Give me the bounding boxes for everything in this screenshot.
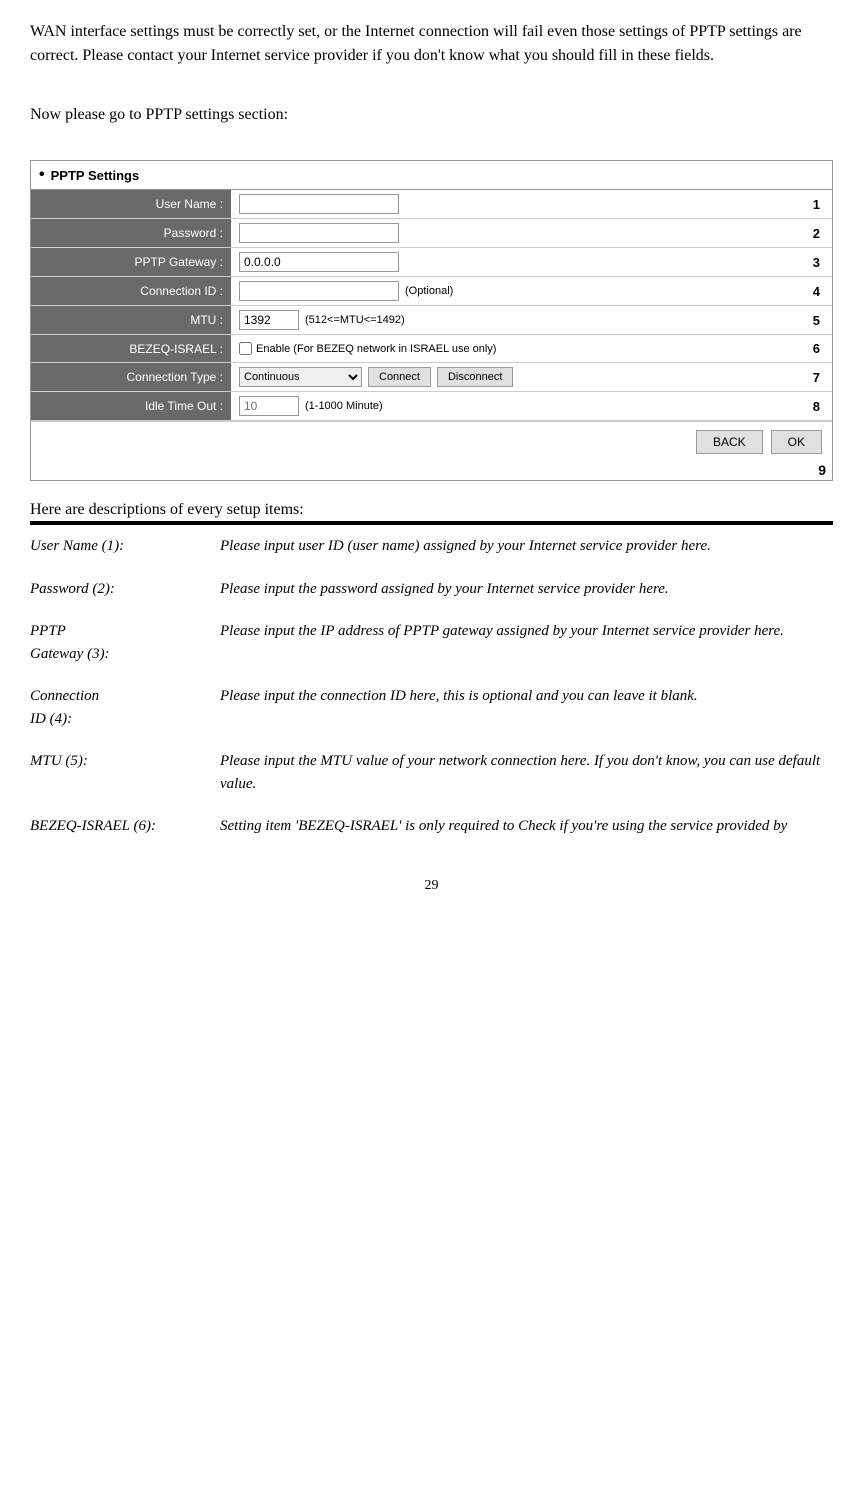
password-input[interactable] (239, 223, 399, 243)
bezeq-value: Enable (For BEZEQ network in ISRAEL use … (231, 337, 832, 360)
row-num-1: 1 (813, 197, 824, 212)
desc-term-bezeq: BEZEQ-ISRAEL (6): (30, 805, 220, 848)
desc-row-username: User Name (1): Please input user ID (use… (30, 524, 833, 568)
gateway-value: 3 (231, 248, 832, 276)
row-num-5: 5 (813, 313, 824, 328)
connect-button[interactable]: Connect (368, 367, 431, 387)
disconnect-button[interactable]: Disconnect (437, 367, 513, 387)
idle-note: (1-1000 Minute) (305, 400, 383, 412)
desc-row-mtu: MTU (5): Please input the MTU value of y… (30, 740, 833, 805)
desc-row-bezeq: BEZEQ-ISRAEL (6): Setting item 'BEZEQ-IS… (30, 805, 833, 848)
mtu-label: MTU : (31, 306, 231, 334)
bezeq-label: BEZEQ-ISRAEL : (31, 335, 231, 362)
desc-text-password: Please input the password assigned by yo… (220, 568, 833, 611)
pptp-buttons-row: BACK OK (31, 421, 832, 462)
username-input[interactable] (239, 194, 399, 214)
desc-text-gateway: Please input the IP address of PPTP gate… (220, 610, 833, 675)
pptp-row-idle: Idle Time Out : (1-1000 Minute) 8 (31, 392, 832, 421)
username-label: User Name : (31, 190, 231, 218)
pptp-row-gateway: PPTP Gateway : 3 (31, 248, 832, 277)
desc-term-gateway: PPTPGateway (3): (30, 610, 220, 675)
desc-text-connid: Please input the connection ID here, thi… (220, 675, 833, 740)
connid-note: (Optional) (405, 285, 453, 297)
idle-input[interactable] (239, 396, 299, 416)
bezeq-checkbox-text: Enable (For BEZEQ network in ISRAEL use … (256, 343, 496, 355)
connid-value: (Optional) 4 (231, 277, 832, 305)
mtu-note: (512<=MTU<=1492) (305, 314, 405, 326)
connid-label: Connection ID : (31, 277, 231, 305)
pptp-row-mtu: MTU : (512<=MTU<=1492) 5 (31, 306, 832, 335)
page-number: 29 (30, 878, 833, 894)
connid-input[interactable] (239, 281, 399, 301)
conntype-value: Continuous Connect on Demand Manual Conn… (231, 363, 832, 391)
desc-term-connid: ConnectionID (4): (30, 675, 220, 740)
pptp-header-label: PPTP Settings (51, 168, 140, 183)
conntype-label: Connection Type : (31, 363, 231, 391)
desc-row-connid: ConnectionID (4): Please input the conne… (30, 675, 833, 740)
pptp-row-password: Password : 2 (31, 219, 832, 248)
num-9: 9 (31, 462, 832, 480)
pptp-row-connid: Connection ID : (Optional) 4 (31, 277, 832, 306)
pptp-settings-box: PPTP Settings User Name : 1 Password : 2… (30, 160, 833, 481)
desc-header: Here are descriptions of every setup ite… (30, 501, 833, 523)
desc-text-mtu: Please input the MTU value of your netwo… (220, 740, 833, 805)
row-num-6: 6 (813, 341, 824, 356)
idle-label: Idle Time Out : (31, 392, 231, 420)
desc-term-password: Password (2): (30, 568, 220, 611)
password-label: Password : (31, 219, 231, 247)
section-label: Now please go to PPTP settings section: (30, 106, 833, 124)
mtu-input[interactable] (239, 310, 299, 330)
bezeq-checkbox[interactable] (239, 342, 252, 355)
gateway-label: PPTP Gateway : (31, 248, 231, 276)
pptp-row-username: User Name : 1 (31, 190, 832, 219)
descriptions-section: Here are descriptions of every setup ite… (30, 501, 833, 848)
row-num-3: 3 (813, 255, 824, 270)
desc-text-bezeq: Setting item 'BEZEQ-ISRAEL' is only requ… (220, 805, 833, 848)
desc-table: User Name (1): Please input user ID (use… (30, 523, 833, 848)
idle-value: (1-1000 Minute) 8 (231, 392, 832, 420)
pptp-row-bezeq: BEZEQ-ISRAEL : Enable (For BEZEQ network… (31, 335, 832, 363)
row-num-4: 4 (813, 284, 824, 299)
desc-text-username: Please input user ID (user name) assigne… (220, 524, 833, 568)
password-value: 2 (231, 219, 832, 247)
desc-row-password: Password (2): Please input the password … (30, 568, 833, 611)
row-num-2: 2 (813, 226, 824, 241)
row-num-8: 8 (813, 399, 824, 414)
back-button[interactable]: BACK (696, 430, 763, 454)
gateway-input[interactable] (239, 252, 399, 272)
username-value: 1 (231, 190, 832, 218)
conntype-select[interactable]: Continuous Connect on Demand Manual (239, 367, 362, 387)
desc-term-username: User Name (1): (30, 524, 220, 568)
pptp-header: PPTP Settings (31, 161, 832, 190)
intro-paragraph1: WAN interface settings must be correctly… (30, 20, 833, 68)
desc-term-mtu: MTU (5): (30, 740, 220, 805)
mtu-value: (512<=MTU<=1492) 5 (231, 306, 832, 334)
row-num-7: 7 (813, 370, 824, 385)
bezeq-checkbox-label[interactable]: Enable (For BEZEQ network in ISRAEL use … (239, 342, 496, 355)
ok-button[interactable]: OK (771, 430, 822, 454)
pptp-row-conntype: Connection Type : Continuous Connect on … (31, 363, 832, 392)
desc-row-gateway: PPTPGateway (3): Please input the IP add… (30, 610, 833, 675)
